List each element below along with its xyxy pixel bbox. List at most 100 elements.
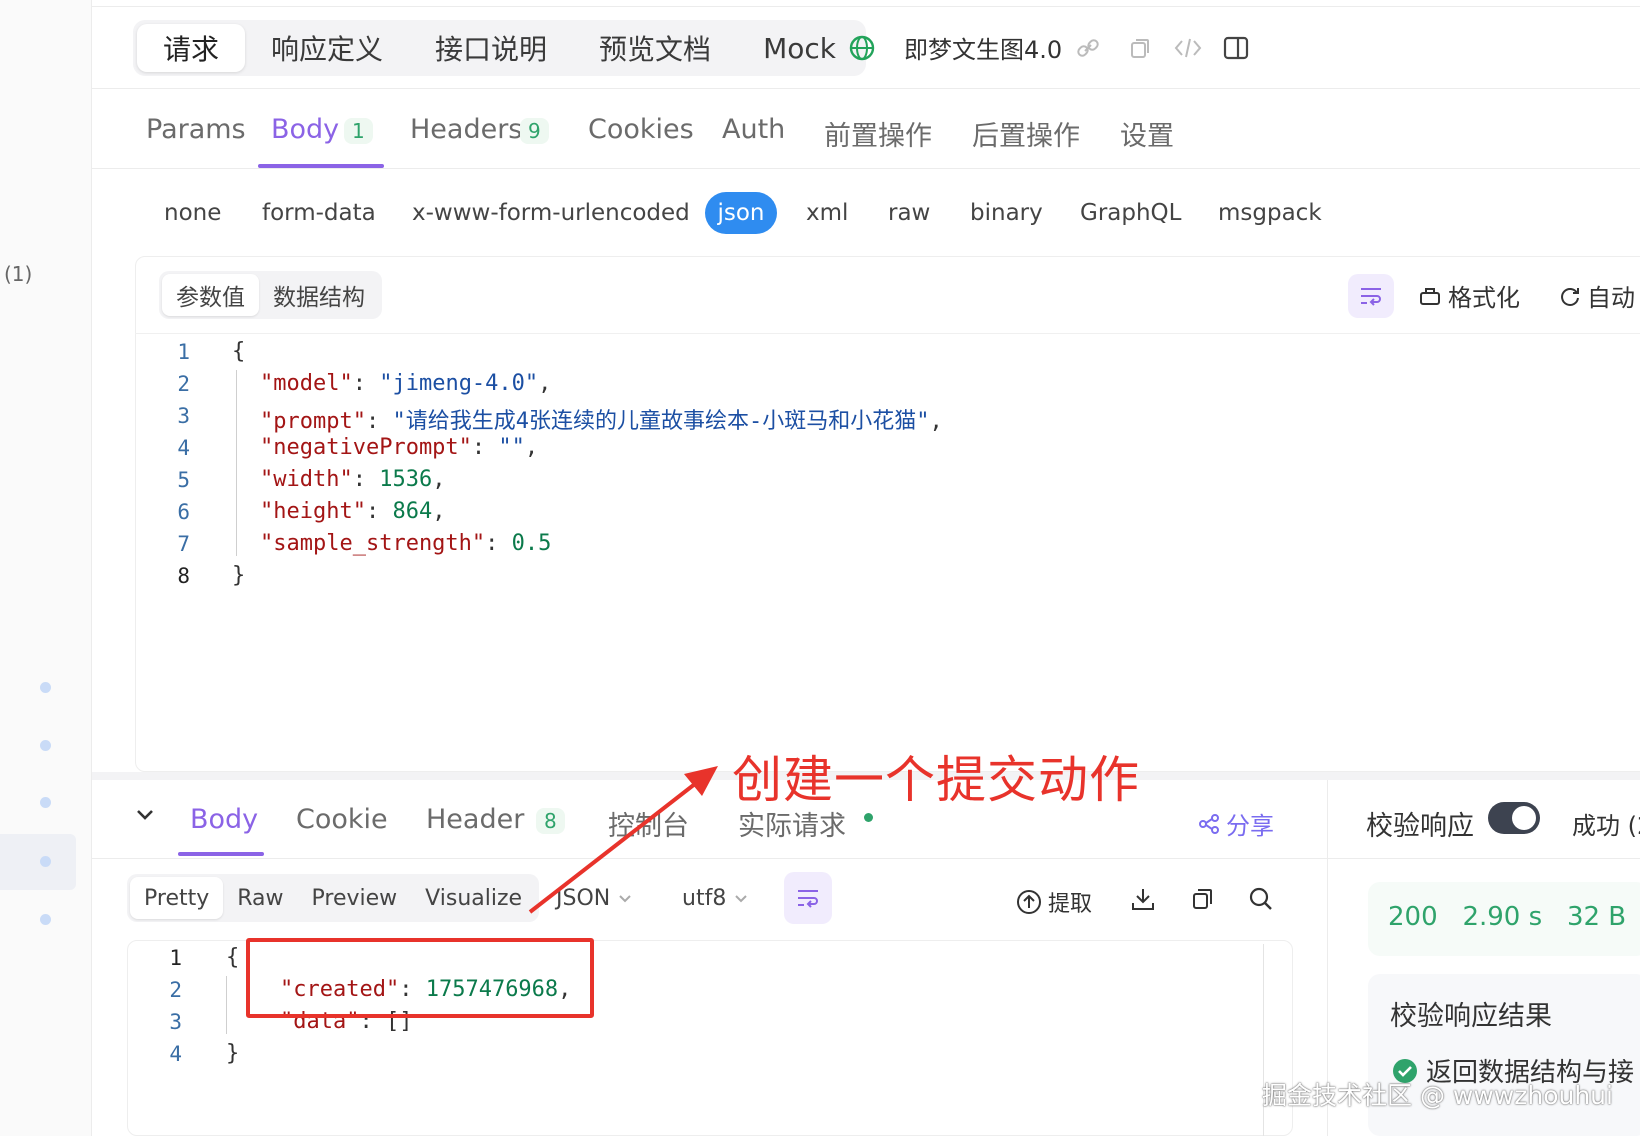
toggle-knob — [1512, 806, 1536, 830]
annotation-highlight-box — [246, 938, 594, 1018]
code-line[interactable]: "width": 1536, — [260, 467, 445, 492]
wrap-icon — [1361, 288, 1381, 306]
req-tab-headers[interactable]: Headers — [410, 114, 522, 145]
tree-dot[interactable] — [40, 914, 51, 925]
body-type-msgpack[interactable]: msgpack — [1218, 200, 1322, 226]
resp-tab-header[interactable]: Header — [426, 804, 524, 835]
code-icon[interactable] — [1174, 34, 1202, 62]
view-pretty[interactable]: Pretty — [130, 877, 224, 919]
line-number: 4 — [177, 436, 190, 460]
body-type-raw[interactable]: raw — [888, 200, 930, 226]
view-visualize[interactable]: Visualize — [411, 877, 536, 919]
search-icon[interactable] — [1246, 884, 1276, 914]
annotation-arrow — [528, 766, 718, 914]
mode-data-structure[interactable]: 数据结构 — [259, 274, 379, 316]
req-tab-auth[interactable]: Auth — [722, 114, 785, 145]
body-type-graphql[interactable]: GraphQL — [1080, 200, 1181, 226]
resp-tab-body[interactable]: Body — [190, 804, 258, 835]
json-key: "prompt" — [260, 409, 366, 434]
body-type-xml[interactable]: xml — [806, 200, 848, 226]
body-type-urlencoded[interactable]: x-www-form-urlencoded — [412, 200, 690, 226]
collapse-icon[interactable] — [134, 806, 156, 828]
wrap-icon — [798, 890, 818, 908]
globe-icon[interactable] — [848, 34, 876, 62]
code-brace-open: { — [232, 339, 246, 364]
resp-tab-cookie[interactable]: Cookie — [296, 804, 388, 835]
word-wrap-button[interactable] — [784, 872, 832, 924]
json-value: 864 — [392, 499, 433, 524]
tab-response-definition[interactable]: 响应定义 — [245, 24, 409, 72]
code-line[interactable]: "model": "jimeng-4.0", — [260, 371, 551, 396]
body-type-form-data[interactable]: form-data — [262, 200, 376, 226]
divider — [92, 858, 1640, 859]
line-number: 7 — [177, 532, 190, 556]
panel-toggle-icon[interactable] — [1222, 34, 1250, 62]
divider — [135, 333, 1640, 334]
json-value: "jimeng-4.0" — [379, 371, 539, 396]
word-wrap-button[interactable] — [1348, 274, 1394, 318]
req-tab-cookies[interactable]: Cookies — [588, 114, 694, 145]
code-brace-close: } — [226, 1041, 240, 1066]
success-count: 成功 (2 — [1572, 812, 1640, 840]
share-button[interactable]: 分享 — [1198, 806, 1274, 841]
tab-request[interactable]: 请求 — [137, 24, 246, 72]
body-type-none[interactable]: none — [164, 200, 221, 226]
verify-response-label: 校验响应 — [1366, 811, 1474, 842]
copy-icon[interactable] — [1188, 884, 1218, 914]
tree-dot[interactable] — [40, 682, 51, 693]
link-icon[interactable] — [1074, 34, 1102, 62]
copy-icon[interactable] — [1126, 34, 1154, 62]
response-status: 200 2.90 s 32 B — [1388, 902, 1626, 932]
req-tab-settings[interactable]: 设置 — [1120, 114, 1174, 153]
line-number: 3 — [169, 1010, 182, 1034]
req-tab-pre-ops[interactable]: 前置操作 — [824, 114, 932, 153]
body-count-badge: 1 — [344, 118, 373, 144]
active-tab-indicator — [178, 852, 264, 856]
code-line[interactable]: "sample_strength": 0.5 — [260, 531, 551, 556]
json-key: "width" — [260, 467, 353, 492]
line-number: 5 — [177, 468, 190, 492]
code-line[interactable]: "prompt": "请给我生成4张连续的儿童故事绘本-小斑马和小花猫", — [260, 403, 943, 435]
json-key: "height" — [260, 499, 366, 524]
tab-api-description[interactable]: 接口说明 — [409, 24, 573, 72]
download-icon[interactable] — [1128, 884, 1158, 914]
code-line[interactable]: "height": 864, — [260, 499, 445, 524]
mode-param-values[interactable]: 参数值 — [162, 274, 259, 316]
body-type-json[interactable]: json — [705, 192, 777, 234]
code-brace-open: { — [226, 945, 240, 970]
line-number: 1 — [177, 340, 190, 364]
response-size: 32 B — [1566, 902, 1627, 932]
tab-mock[interactable]: Mock — [737, 24, 862, 72]
tree-dot[interactable] — [40, 797, 51, 808]
line-number: 6 — [177, 500, 190, 524]
verify-result-title: 校验响应结果 — [1390, 1001, 1552, 1032]
json-key: "sample_strength" — [260, 531, 486, 556]
indent-guide — [226, 976, 227, 1034]
status-code: 200 — [1388, 902, 1438, 932]
extract-label: 提取 — [1048, 892, 1093, 917]
tree-dot[interactable] — [40, 740, 51, 751]
line-number: 2 — [169, 978, 182, 1002]
line-number: 1 — [169, 946, 182, 970]
top-tab-bar: 请求 响应定义 接口说明 预览文档 Mock — [133, 20, 866, 76]
share-label: 分享 — [1226, 812, 1274, 840]
format-button[interactable]: 格式化 — [1418, 278, 1520, 313]
view-raw[interactable]: Raw — [223, 877, 297, 919]
left-count-label: (1) — [4, 262, 33, 286]
line-number: 8 — [177, 564, 190, 588]
body-type-binary[interactable]: binary — [970, 200, 1043, 226]
req-tab-params[interactable]: Params — [146, 114, 246, 145]
req-tab-post-ops[interactable]: 后置操作 — [972, 114, 1080, 153]
tree-item-active[interactable] — [0, 834, 76, 890]
doc-name: 即梦文生图4.0 — [904, 36, 1063, 64]
code-line[interactable]: "negativePrompt": "", — [260, 435, 538, 460]
req-tab-body[interactable]: Body — [271, 114, 339, 145]
extract-button[interactable]: 提取 — [1016, 886, 1092, 918]
auto-button[interactable]: 自动 — [1555, 278, 1635, 313]
tree-dot[interactable] — [40, 856, 51, 867]
annotation-callout: 创建一个提交动作 — [732, 751, 1140, 809]
watermark: 掘金技术社区 @ wwwzhouhui — [1262, 1081, 1613, 1110]
tab-preview-docs[interactable]: 预览文档 — [573, 24, 737, 72]
auto-label: 自动 — [1587, 284, 1635, 312]
view-preview[interactable]: Preview — [298, 877, 412, 919]
